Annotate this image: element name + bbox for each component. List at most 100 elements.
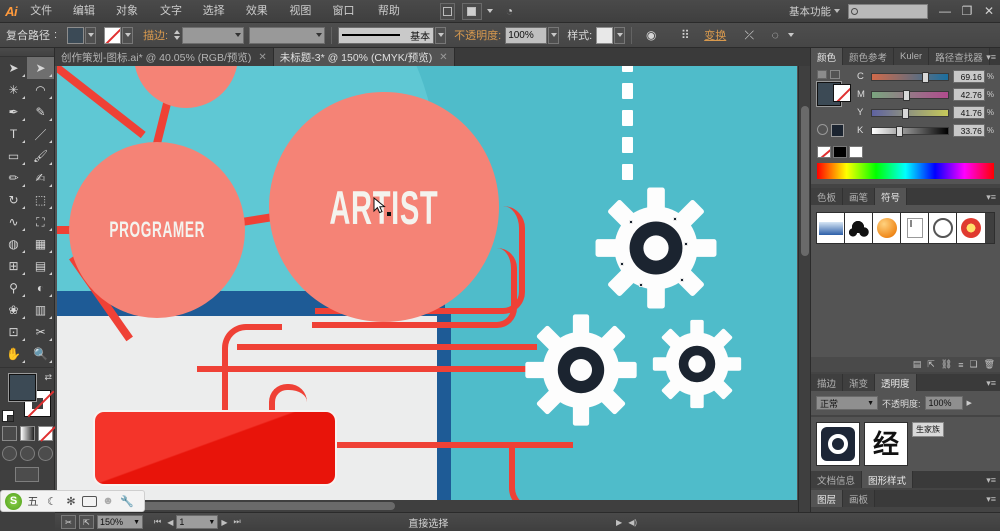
graphic-style-jing[interactable]: 经 [864, 422, 908, 466]
red-rounded-rectangle[interactable] [95, 412, 335, 484]
free-transform-tool[interactable]: ⛶ [27, 211, 54, 233]
none-fill-mode-button[interactable] [37, 426, 53, 441]
prev-artboard-icon[interactable]: ◀ [167, 518, 173, 527]
wrench-icon[interactable]: 🔧 [119, 495, 135, 508]
layout-chevron-down-icon[interactable] [486, 9, 493, 13]
fill-color-box[interactable] [8, 373, 37, 402]
fill-dropdown[interactable] [85, 26, 97, 44]
tab-symbols[interactable]: 符号 [875, 188, 908, 205]
stroke-weight-field[interactable] [182, 26, 245, 44]
opacity-dropdown[interactable] [548, 26, 560, 44]
symbol-item-splatter[interactable] [845, 213, 873, 243]
tab-swatches[interactable]: 色板 [811, 188, 844, 205]
magic-wand-tool[interactable]: ✳ [0, 79, 27, 101]
width-tool[interactable]: ∿ [0, 211, 27, 233]
mesh-tool[interactable]: ⊞ [0, 255, 27, 277]
opacity-field[interactable]: 100% [505, 26, 548, 44]
stroke-weight-label[interactable]: 描边: [143, 27, 168, 43]
slider-k[interactable] [871, 125, 949, 137]
menu-object[interactable]: 对象(O) [108, 0, 152, 40]
symbol-libraries-icon[interactable]: ▤ [913, 359, 922, 370]
transparency-panel-menu-icon[interactable]: ▾≡ [986, 378, 996, 389]
search-input[interactable] [848, 3, 928, 19]
lasso-tool[interactable]: ◠ [27, 79, 54, 101]
brush-definition-field[interactable]: 基本 [338, 26, 435, 44]
node-circle-programer[interactable]: PROGRAMER [69, 142, 245, 318]
brush-dropdown[interactable] [435, 26, 447, 44]
isolate-icon[interactable]: ⤫ [739, 25, 759, 45]
color-fill-mode-button[interactable] [1, 426, 17, 441]
artboard-number-field[interactable]: 1 ▼ [176, 515, 219, 529]
tools-panel-grip[interactable] [0, 48, 54, 57]
gear-small[interactable] [649, 316, 745, 412]
menu-select[interactable]: 选择(S) [195, 0, 238, 40]
default-fill-stroke-icon[interactable] [2, 410, 14, 422]
workspace-chevron-down-icon[interactable] [834, 9, 840, 13]
menu-view[interactable]: 视图(V) [281, 0, 324, 40]
selection-anchor[interactable] [639, 283, 643, 287]
tab-brushes[interactable]: 画笔 [843, 188, 876, 205]
rectangle-tool[interactable]: ▭ [0, 145, 27, 167]
draw-inside-button[interactable] [37, 446, 53, 461]
tab-stroke[interactable]: 描边 [811, 374, 844, 391]
perspective-grid-tool[interactable]: ▦ [27, 233, 54, 255]
stroke-profile-field[interactable] [249, 26, 326, 44]
tab-color[interactable]: 颜色 [811, 48, 844, 65]
menu-type[interactable]: 文字(T) [152, 0, 195, 40]
swatch-white[interactable] [849, 146, 863, 158]
scale-tool[interactable]: ⬚ [27, 189, 54, 211]
tab-kuler[interactable]: Kuler [894, 48, 930, 65]
opacity-mask-icon[interactable]: ◉ [641, 25, 661, 45]
opacity-chevron-icon[interactable]: ▶ [967, 399, 972, 407]
horizontal-scrollbar[interactable] [55, 500, 798, 512]
symbol-sprayer-tool[interactable]: ❀ [0, 299, 27, 321]
tab-artboards[interactable]: 画板 [843, 490, 876, 507]
sound-icon[interactable]: ◀) [628, 518, 637, 527]
symbol-item-orange-circle[interactable] [873, 213, 901, 243]
symbols-panel-menu-icon[interactable]: ▾≡ [986, 192, 996, 203]
close-button[interactable]: ✕ [978, 0, 1000, 23]
hand-tool[interactable]: ✋ [0, 343, 27, 365]
break-link-icon[interactable]: ⛓ [941, 359, 952, 370]
gear-medium[interactable] [523, 312, 639, 428]
transparency-opacity-field[interactable]: 100% [924, 396, 963, 410]
change-screen-mode-button[interactable] [15, 467, 39, 482]
type-tool[interactable]: T [0, 123, 27, 145]
curvature-tool[interactable]: ✎ [27, 101, 54, 123]
ime-mode-icon[interactable]: 五 [25, 493, 41, 509]
tab-pathfinder[interactable]: 路径查找器 [929, 48, 990, 65]
align-icon[interactable]: ⠿ [675, 25, 695, 45]
slider-c-knob[interactable] [922, 71, 930, 83]
menu-file[interactable]: 文件(F) [22, 0, 65, 40]
transform-button[interactable]: 变换 [704, 27, 726, 43]
fill-color-swatch[interactable] [67, 26, 85, 44]
last-color-icon[interactable] [831, 124, 844, 137]
status-expand-icon[interactable]: ▶ [616, 518, 622, 527]
scissors-icon[interactable]: ✂ [61, 515, 76, 529]
bridge-button[interactable]: ◔ [499, 0, 521, 23]
symbol-item-gradient[interactable] [817, 213, 845, 243]
graphic-style-circle[interactable] [816, 422, 860, 466]
new-symbol-icon[interactable]: ❑ [969, 359, 977, 370]
gear-large[interactable] [593, 185, 719, 311]
menu-help[interactable]: 帮助(H) [370, 0, 414, 40]
last-artboard-icon[interactable]: ⏭ [234, 517, 241, 527]
symbol-item-ring[interactable] [929, 213, 957, 243]
screen-layout-button[interactable] [461, 2, 482, 20]
canvas-area[interactable]: PROGRAMER ARTIST [55, 66, 810, 512]
slider-y[interactable] [871, 107, 949, 119]
shape-builder-tool[interactable]: ◍ [0, 233, 27, 255]
zoom-tool[interactable]: 🔍 [27, 343, 54, 365]
pen-tool[interactable]: ✒ [0, 101, 27, 123]
ime-moon-icon[interactable]: ☾ [44, 495, 60, 508]
stroke-weight-stepper[interactable] [174, 30, 181, 40]
line-segment-tool[interactable]: ／ [27, 123, 54, 145]
symbol-item-banner[interactable] [901, 213, 929, 243]
menu-edit[interactable]: 编辑(E) [65, 0, 108, 40]
zoom-field[interactable]: 150% ▼ [97, 515, 143, 529]
graphic-styles-panel-menu-icon[interactable]: ▾≡ [986, 475, 996, 486]
more-options-chevron-down-icon[interactable] [788, 33, 795, 37]
arrange-documents-button[interactable] [440, 2, 456, 20]
selection-anchor[interactable] [680, 278, 684, 282]
slider-m[interactable] [871, 89, 949, 101]
